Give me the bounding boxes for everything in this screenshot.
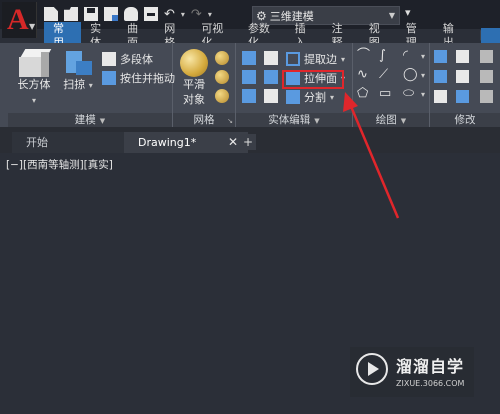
circle-icon[interactable]: ◯	[403, 67, 418, 83]
align-3d-icon[interactable]	[434, 70, 447, 83]
mesh-crease-icon[interactable]	[215, 89, 229, 103]
rotate-icon[interactable]	[480, 50, 493, 63]
panel-draw-title[interactable]: 绘图 ▼	[353, 113, 429, 127]
smooth-object-label-line2: 对象	[183, 93, 205, 106]
undo-dropdown-icon[interactable]: ▾	[181, 10, 185, 19]
cloud-icon[interactable]	[124, 7, 138, 21]
smooth-object-button[interactable]: 平滑 对象	[177, 49, 211, 107]
copy-icon[interactable]	[480, 70, 493, 83]
presspull-button[interactable]: 按住并拖动	[102, 70, 175, 86]
presspull-label: 按住并拖动	[120, 72, 175, 85]
spline-icon[interactable]: ∿	[357, 67, 368, 83]
smooth-object-icon	[180, 49, 208, 77]
erase-icon[interactable]	[434, 90, 447, 103]
panel-modeling: 长方体 ▾ 扫掠 ▾ 多段体 按住并拖动 建模 ▼	[8, 43, 175, 127]
redo-dropdown-icon[interactable]: ▾	[208, 10, 212, 19]
ellipse-icon[interactable]: ⬭	[403, 86, 414, 102]
application-menu-button[interactable]: A ▼	[2, 2, 37, 38]
separate-icon	[286, 90, 300, 104]
panel-modify-title[interactable]: 修改	[430, 113, 500, 127]
polyline-3d-icon[interactable]: ⌒	[357, 48, 370, 64]
extract-edges-icon	[286, 52, 300, 66]
panel-draw: ⌒ ∫ ◜ ▾ ∿ ⟋ ◯ ▾ ⬠ ▭ ⬭ ▾ 绘图 ▼	[353, 43, 430, 127]
tab-drawing1-label: Drawing1*	[138, 136, 197, 149]
mesh-refine-icon[interactable]	[215, 51, 229, 65]
polygon-icon[interactable]: ⬠	[357, 86, 368, 102]
open-icon[interactable]	[64, 7, 78, 21]
box-button[interactable]: 长方体 ▾	[14, 49, 54, 108]
watermark-url: ZIXUE.3066.COM	[396, 379, 465, 388]
watermark: 溜溜自学 ZIXUE.3066.COM	[350, 347, 474, 397]
polysolid-icon	[102, 52, 116, 66]
rectangle-icon[interactable]: ▭	[379, 86, 391, 102]
thicken-icon[interactable]	[264, 89, 278, 103]
save-as-icon[interactable]	[104, 7, 118, 21]
extrude-faces-highlight-box	[282, 70, 344, 89]
intersect-icon[interactable]	[242, 89, 256, 103]
panel-launcher-icon[interactable]: ↘	[227, 117, 233, 125]
line-icon[interactable]: ⟋	[379, 67, 388, 83]
new-icon[interactable]	[44, 7, 58, 21]
panel-mesh: 平滑 对象 网格 ↘	[173, 43, 236, 127]
mirror-3d-icon[interactable]	[434, 50, 447, 63]
presspull-icon	[102, 71, 116, 85]
viewport-controls[interactable]: [−][西南等轴测][真实]	[6, 157, 113, 172]
panel-solid-edit-title[interactable]: 实体编辑 ▼	[236, 113, 352, 127]
panel-modify: 修改	[430, 43, 500, 127]
smooth-object-label-line1: 平滑	[183, 78, 205, 91]
sweep-label: 扫掠 ▾	[63, 78, 93, 91]
extract-edges-label: 提取边	[304, 53, 337, 66]
quick-access-toolbar: ↶ ▾ ↷ ▾	[44, 5, 212, 23]
new-tab-button[interactable]: +	[240, 134, 256, 150]
ribbon-options-button[interactable]	[481, 28, 500, 44]
mesh-smooth-more-icon[interactable]	[215, 70, 229, 84]
gear-icon: ⚙	[256, 8, 267, 23]
undo-icon[interactable]: ↶	[164, 7, 175, 22]
redo-icon[interactable]: ↷	[191, 7, 202, 22]
polysolid-label: 多段体	[120, 53, 153, 66]
scale-icon[interactable]	[480, 90, 493, 103]
move-3d-icon[interactable]	[456, 50, 469, 63]
tab-start[interactable]: 开始	[12, 132, 126, 153]
document-tab-bar: 开始 Drawing1* ✕ +	[0, 127, 500, 153]
box-label: 长方体 ▾	[17, 78, 51, 105]
arc-icon[interactable]: ◜	[403, 48, 408, 64]
chevron-down-icon: ▼	[29, 22, 36, 31]
panel-modeling-title[interactable]: 建模 ▼	[8, 113, 172, 127]
separate-label: 分割	[304, 91, 326, 104]
tab-drawing1[interactable]: Drawing1* ✕	[124, 132, 248, 153]
ribbon-panel-area: 长方体 ▾ 扫掠 ▾ 多段体 按住并拖动 建模 ▼ 平滑 对象 网格 ↘ 提取边…	[0, 43, 500, 127]
polysolid-button[interactable]: 多段体	[102, 51, 153, 67]
save-icon[interactable]	[84, 7, 98, 21]
subtract-icon[interactable]	[242, 70, 256, 84]
autocad-logo: A	[7, 3, 29, 36]
extract-edges-button[interactable]: 提取边 ▾	[286, 51, 345, 67]
panel-mesh-title[interactable]: 网格	[173, 113, 235, 127]
close-icon[interactable]: ✕	[228, 132, 238, 153]
rotate-3d-icon[interactable]	[456, 70, 469, 83]
union-icon[interactable]	[242, 51, 256, 65]
separate-button[interactable]: 分割 ▾	[286, 89, 334, 105]
box-icon	[19, 49, 52, 77]
helix-icon[interactable]: ∫	[379, 48, 386, 64]
chevron-down-icon: ▼	[388, 11, 395, 20]
array-icon[interactable]	[456, 90, 469, 103]
play-logo-icon	[356, 353, 388, 385]
sweep-button[interactable]: 扫掠 ▾	[60, 49, 96, 93]
watermark-title: 溜溜自学	[396, 357, 465, 376]
slice-icon[interactable]	[264, 70, 278, 84]
interfere-icon[interactable]	[264, 51, 278, 65]
sweep-icon	[64, 49, 92, 77]
ribbon-tabs: 常用 实体 曲面 网格 可视化 参数化 插入 注释 视图 管理 输出 附	[44, 22, 500, 50]
print-icon[interactable]	[144, 7, 158, 21]
customize-toolbar-icon[interactable]: ▾	[405, 6, 411, 19]
